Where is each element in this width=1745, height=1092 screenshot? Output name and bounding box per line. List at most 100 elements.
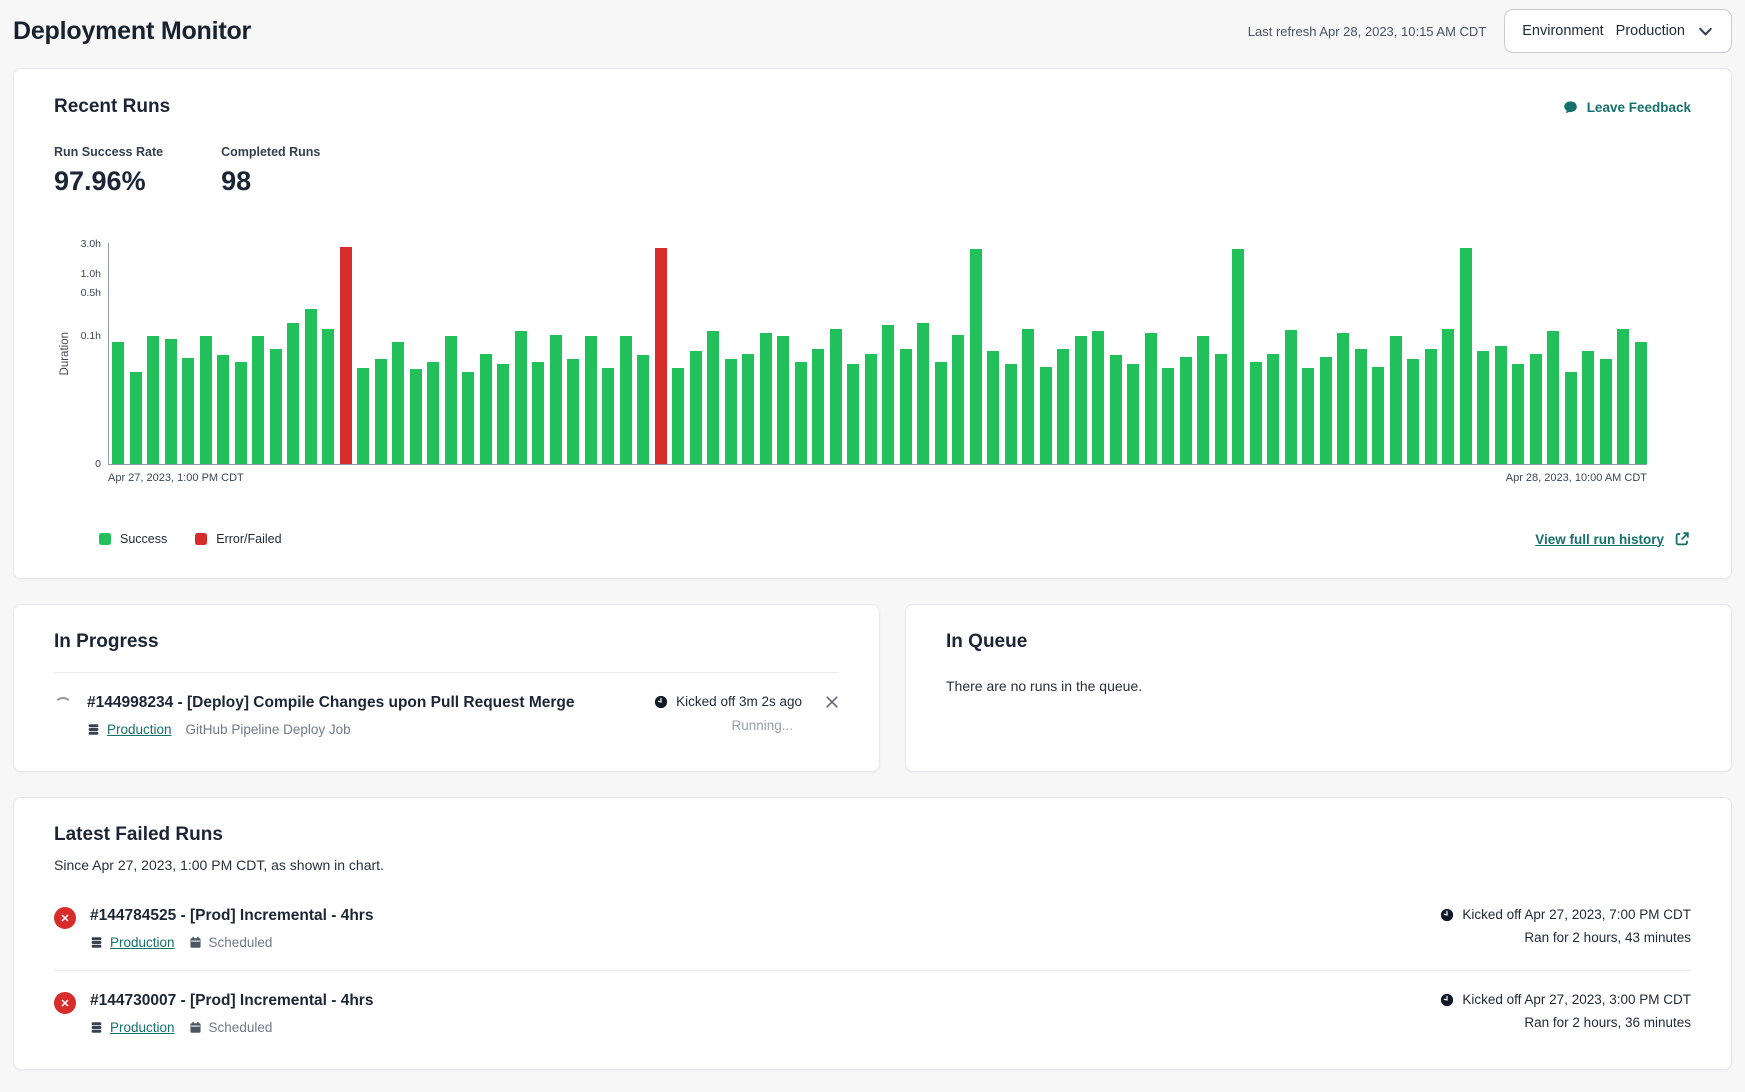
environment-link[interactable]: Production — [87, 722, 172, 737]
run-bar-success[interactable] — [235, 362, 247, 464]
run-bar-success[interactable] — [935, 362, 947, 464]
run-bar-success[interactable] — [1145, 333, 1157, 464]
run-bar-success[interactable] — [725, 359, 737, 464]
legend-success-swatch — [99, 533, 111, 545]
run-bar-success[interactable] — [620, 336, 632, 465]
run-bar-success[interactable] — [830, 329, 842, 464]
run-bar-success[interactable] — [1180, 357, 1192, 465]
run-bar-success[interactable] — [1512, 364, 1524, 464]
run-bar-success[interactable] — [147, 336, 159, 465]
run-bar-success[interactable] — [1267, 354, 1279, 464]
run-bar-success[interactable] — [462, 372, 474, 464]
run-bar-success[interactable] — [1162, 368, 1174, 464]
run-bar-success[interactable] — [1022, 329, 1034, 464]
run-bar-success[interactable] — [742, 354, 754, 464]
run-bar-success[interactable] — [357, 368, 369, 464]
leave-feedback-link[interactable]: Leave Feedback — [1562, 99, 1691, 116]
run-bar-success[interactable] — [637, 355, 649, 464]
run-bar-success[interactable] — [1547, 331, 1559, 464]
run-bar-success[interactable] — [445, 336, 457, 464]
run-bar-success[interactable] — [1477, 351, 1489, 464]
run-bar-success[interactable] — [1110, 355, 1122, 464]
run-bar-success[interactable] — [1565, 372, 1577, 464]
run-bar-success[interactable] — [1442, 329, 1454, 464]
run-bar-success[interactable] — [672, 368, 684, 464]
run-bar-success[interactable] — [182, 358, 194, 464]
legend-success-label: Success — [120, 532, 167, 546]
run-bar-success[interactable] — [812, 349, 824, 464]
run-bar-success[interactable] — [1407, 359, 1419, 464]
run-bar-success[interactable] — [900, 349, 912, 464]
run-bar-success[interactable] — [427, 362, 439, 464]
run-bar-success[interactable] — [217, 355, 229, 464]
run-bar-success[interactable] — [165, 339, 177, 464]
run-bar-success[interactable] — [865, 354, 877, 464]
run-bar-success[interactable] — [392, 342, 404, 464]
run-bar-success[interactable] — [305, 309, 317, 464]
run-bar-success[interactable] — [690, 351, 702, 464]
run-bar-success[interactable] — [987, 351, 999, 464]
run-bar-success[interactable] — [1390, 336, 1402, 464]
run-bar-success[interactable] — [200, 336, 212, 464]
run-bar-success[interactable] — [1302, 368, 1314, 464]
run-bar-success[interactable] — [375, 359, 387, 464]
run-bar-success[interactable] — [532, 362, 544, 464]
cancel-run-button[interactable] — [825, 695, 839, 709]
run-bar-success[interactable] — [270, 349, 282, 464]
run-bar-success[interactable] — [1005, 364, 1017, 464]
run-bar-success[interactable] — [970, 249, 982, 464]
run-bar-success[interactable] — [1320, 357, 1332, 465]
run-bar-success[interactable] — [287, 323, 299, 464]
run-bar-success[interactable] — [1197, 336, 1209, 464]
run-bar-success[interactable] — [585, 336, 597, 464]
run-bar-success[interactable] — [1495, 346, 1507, 464]
run-bar-success[interactable] — [1092, 331, 1104, 464]
run-bar-success[interactable] — [1250, 362, 1262, 464]
environment-link[interactable]: Production — [90, 1020, 175, 1035]
run-bar-success[interactable] — [777, 336, 789, 464]
run-bar-success[interactable] — [410, 369, 422, 464]
run-bar-success[interactable] — [480, 354, 492, 464]
run-bar-success[interactable] — [1460, 248, 1472, 464]
in-progress-title: In Progress — [54, 631, 839, 653]
run-bar-success[interactable] — [1425, 349, 1437, 464]
run-bar-success[interactable] — [602, 368, 614, 464]
run-bar-success[interactable] — [707, 331, 719, 464]
run-bar-success[interactable] — [252, 336, 264, 465]
run-bar-success[interactable] — [322, 329, 334, 464]
run-bar-success[interactable] — [1285, 330, 1297, 464]
run-bar-success[interactable] — [1232, 249, 1244, 464]
run-bar-success[interactable] — [497, 364, 509, 464]
run-bar-success[interactable] — [112, 342, 124, 464]
environment-link[interactable]: Production — [90, 935, 175, 950]
run-bar-success[interactable] — [1600, 359, 1612, 464]
run-bar-success[interactable] — [1215, 354, 1227, 464]
run-bar-success[interactable] — [882, 325, 894, 464]
run-bar-success[interactable] — [917, 323, 929, 465]
environment-select[interactable]: Environment Production — [1504, 9, 1732, 53]
run-bar-success[interactable] — [1372, 367, 1384, 464]
run-bar-success[interactable] — [1057, 349, 1069, 464]
run-bar-success[interactable] — [1355, 349, 1367, 464]
run-bar-success[interactable] — [567, 359, 579, 464]
run-bar-success[interactable] — [952, 335, 964, 464]
run-bar-success[interactable] — [847, 364, 859, 464]
run-bar-success[interactable] — [130, 372, 142, 464]
run-bar-success[interactable] — [1127, 364, 1139, 464]
run-bar-success[interactable] — [1582, 351, 1594, 464]
run-bar-failed[interactable] — [340, 247, 352, 464]
failed-run-title: #144784525 - [Prod] Incremental - 4hrs — [90, 907, 1426, 925]
run-bar-success[interactable] — [1617, 329, 1629, 464]
run-bar-success[interactable] — [795, 362, 807, 464]
view-full-run-history-link[interactable]: View full run history — [1535, 530, 1691, 548]
run-bar-success[interactable] — [760, 333, 772, 464]
run-bar-success[interactable] — [1075, 336, 1087, 464]
run-bar-success[interactable] — [515, 331, 527, 464]
run-bar-success[interactable] — [1635, 342, 1647, 464]
run-bar-success[interactable] — [1040, 367, 1052, 464]
legend-failed-label: Error/Failed — [216, 532, 281, 546]
run-bar-success[interactable] — [1530, 354, 1542, 464]
run-bar-failed[interactable] — [655, 248, 667, 464]
run-bar-success[interactable] — [1337, 333, 1349, 464]
run-bar-success[interactable] — [550, 335, 562, 464]
